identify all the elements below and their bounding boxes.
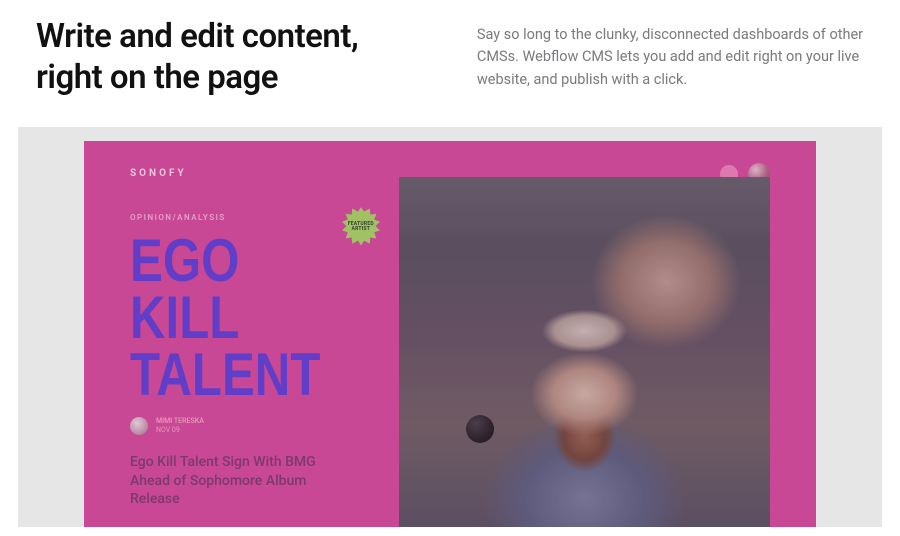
author-byline[interactable]: MIMI TERESKA NOV 09 — [130, 417, 399, 435]
article-content: FEATURED ARTIST OPINION/ANALYSIS EGO KIL… — [130, 213, 770, 527]
badge-label: FEATURED ARTIST — [348, 222, 374, 232]
microphone-icon — [466, 415, 494, 443]
site-preview-frame: SONOFY FEATURED ARTIST OPINION/ANALYSIS … — [18, 127, 882, 527]
article-hero-image — [399, 177, 770, 527]
feature-description: Say so long to the clunky, disconnected … — [477, 16, 864, 99]
author-avatar — [130, 417, 148, 435]
article-hero-title[interactable]: EGO KILL TALENT — [130, 232, 350, 403]
site-brand[interactable]: SONOFY — [130, 168, 187, 179]
feature-headline: Write and edit content, right on the pag… — [36, 16, 417, 99]
article-text-column: FEATURED ARTIST OPINION/ANALYSIS EGO KIL… — [130, 213, 399, 527]
article-subtitle[interactable]: Ego Kill Talent Sign With BMG Ahead of S… — [130, 453, 350, 510]
author-meta: MIMI TERESKA NOV 09 — [156, 417, 204, 435]
featured-badge: FEATURED ARTIST — [339, 205, 383, 249]
author-name: MIMI TERESKA — [156, 417, 204, 426]
article-date: NOV 09 — [156, 426, 204, 435]
page-header: Write and edit content, right on the pag… — [0, 0, 900, 127]
site-canvas[interactable]: SONOFY FEATURED ARTIST OPINION/ANALYSIS … — [84, 141, 816, 527]
